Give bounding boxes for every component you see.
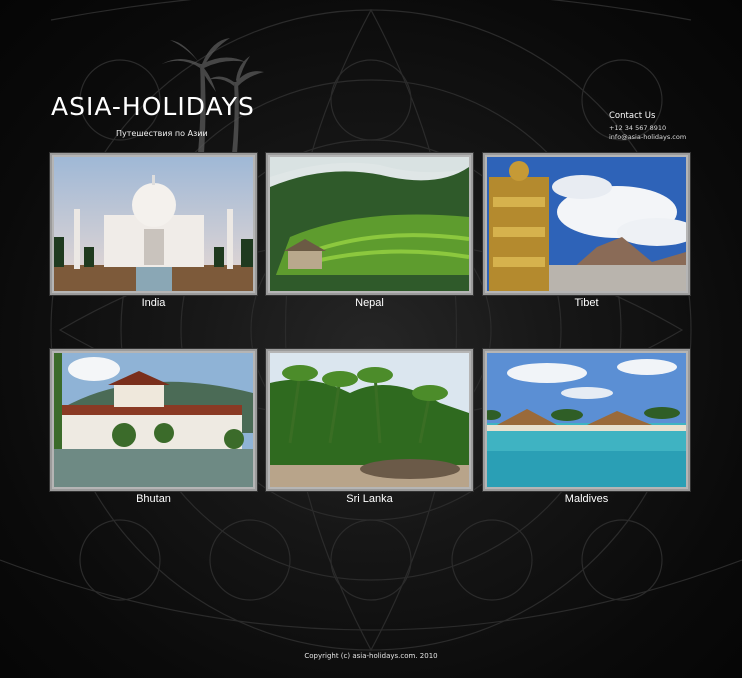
destination-label[interactable]: Maldives [483, 493, 690, 505]
destination-card-bhutan[interactable]: Bhutan [50, 349, 257, 505]
site-logo[interactable]: ASIA-HOLIDAYS [51, 92, 255, 121]
destination-photo-frame[interactable] [483, 349, 690, 491]
destination-card-sri-lanka[interactable]: Sri Lanka [266, 349, 473, 505]
site-tagline: Путешествия по Азии [116, 129, 208, 138]
tibet-photo[interactable] [487, 157, 686, 291]
destination-label[interactable]: Nepal [266, 297, 473, 309]
destination-label[interactable]: Bhutan [50, 493, 257, 505]
contact-title: Contact Us [609, 111, 656, 121]
destination-photo-frame[interactable] [266, 349, 473, 491]
destination-photo-frame[interactable] [266, 153, 473, 295]
contact-phone: +12 34 567 8910 [609, 124, 667, 132]
maldives-photo[interactable] [487, 353, 686, 487]
destination-photo-frame[interactable] [50, 153, 257, 295]
destination-photo-frame[interactable] [483, 153, 690, 295]
destination-card-tibet[interactable]: Tibet [483, 153, 690, 309]
nepal-photo[interactable] [270, 157, 469, 291]
contact-email[interactable]: info@asia-holidays.com [609, 133, 686, 142]
sri-lanka-photo[interactable] [270, 353, 469, 487]
destination-photo-frame[interactable] [50, 349, 257, 491]
destination-label[interactable]: India [50, 297, 257, 309]
destination-card-india[interactable]: India [50, 153, 257, 309]
destination-label[interactable]: Sri Lanka [266, 493, 473, 505]
destination-card-maldives[interactable]: Maldives [483, 349, 690, 505]
india-photo[interactable] [54, 157, 253, 291]
destination-card-nepal[interactable]: Nepal [266, 153, 473, 309]
contact-block: Contact Us +12 34 567 8910 info@asia-hol… [609, 111, 686, 142]
footer-copyright: Copyright (c) asia-holidays.com. 2010 [304, 652, 438, 660]
bhutan-photo[interactable] [54, 353, 253, 487]
destination-label[interactable]: Tibet [483, 297, 690, 309]
